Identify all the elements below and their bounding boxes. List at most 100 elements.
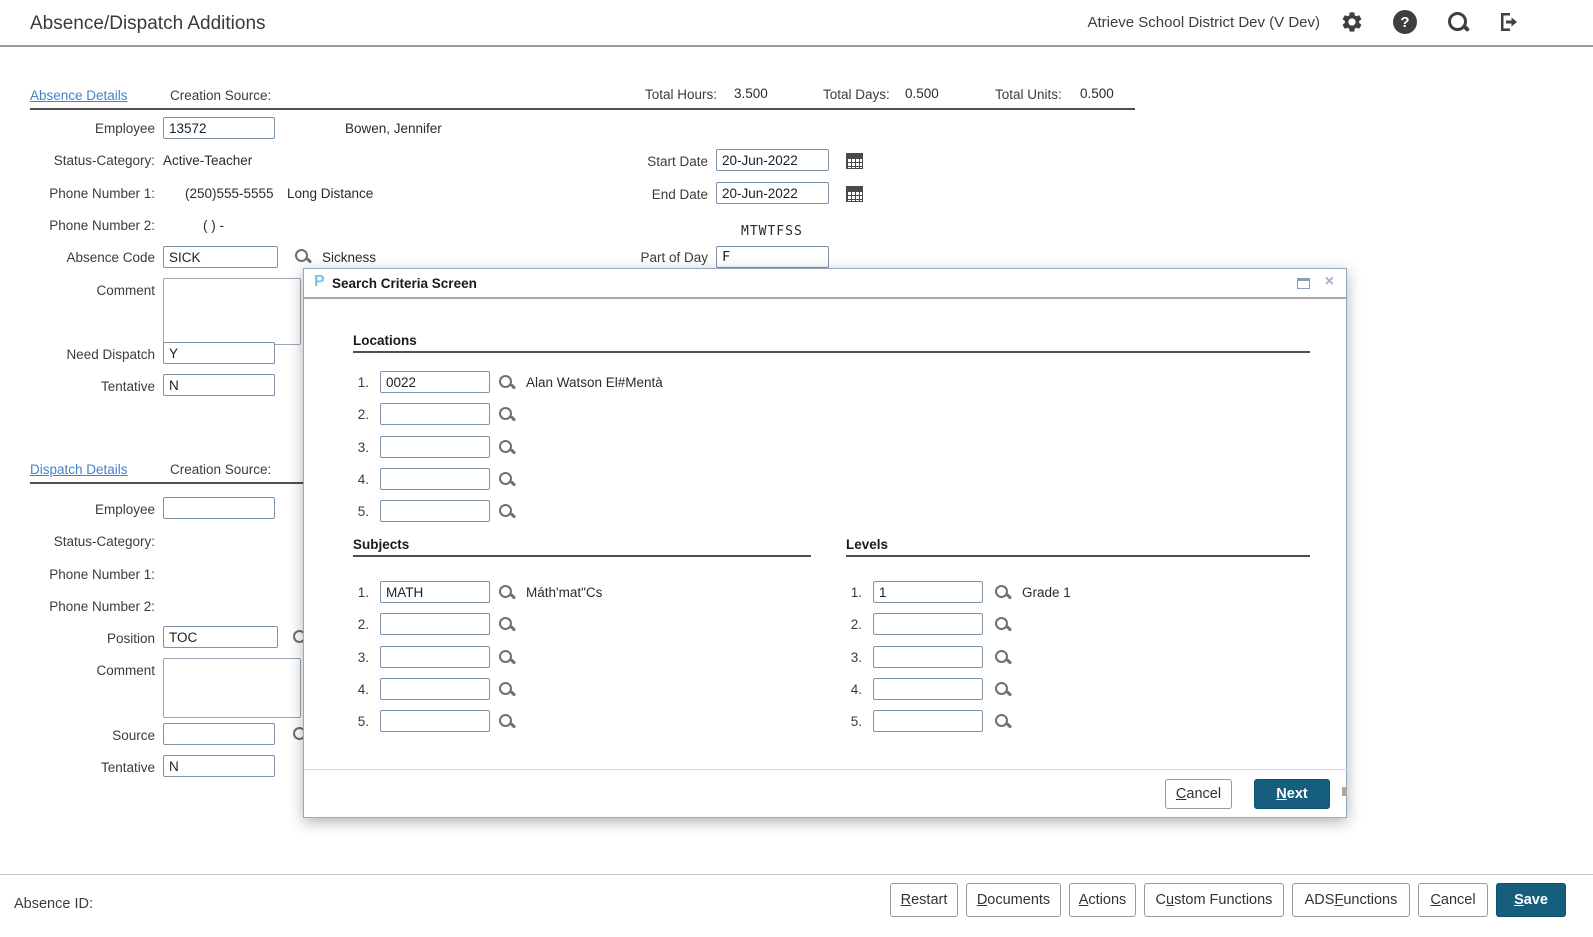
dispatch-tentative-input[interactable] — [163, 755, 275, 777]
header-search-icon[interactable] — [1446, 10, 1470, 34]
subject-5-input[interactable] — [380, 710, 490, 732]
level-row-num: 5. — [842, 714, 862, 729]
subject-3-input[interactable] — [380, 646, 490, 668]
end-date-label: End Date — [568, 187, 708, 202]
absence-creation-source-label: Creation Source: — [170, 88, 271, 103]
ads-functions-button[interactable]: ADS Functions — [1292, 883, 1410, 917]
level-1-search-icon[interactable] — [994, 584, 1011, 601]
location-3-search-icon[interactable] — [498, 439, 515, 456]
start-date-label: Start Date — [568, 154, 708, 169]
start-date-input[interactable] — [716, 149, 829, 171]
phone2-label: Phone Number 2: — [15, 218, 155, 233]
modal-title: Search Criteria Screen — [332, 276, 477, 291]
footer-divider — [0, 874, 1593, 875]
absence-code-input[interactable] — [163, 246, 278, 268]
phone1-label: Phone Number 1: — [15, 186, 155, 201]
levels-heading: Levels — [846, 537, 888, 552]
level-row-num: 2. — [842, 617, 862, 632]
location-2-input[interactable] — [380, 403, 490, 425]
modal-resize-handle[interactable] — [1342, 787, 1347, 796]
app-logo-icon: P — [314, 273, 325, 291]
end-date-input[interactable] — [716, 182, 829, 204]
position-input[interactable] — [163, 626, 278, 648]
location-4-input[interactable] — [380, 468, 490, 490]
subject-2-input[interactable] — [380, 613, 490, 635]
absence-section-rule — [30, 108, 1135, 110]
need-dispatch-label: Need Dispatch — [15, 347, 155, 362]
level-1-input[interactable] — [873, 581, 983, 603]
subject-1-desc: Máth'mat"Cs — [526, 585, 602, 600]
close-icon[interactable]: × — [1325, 273, 1334, 291]
restart-button[interactable]: Restart — [890, 883, 958, 917]
modal-title-bar[interactable]: P Search Criteria Screen × — [304, 269, 1346, 299]
subject-row-num: 3. — [349, 650, 369, 665]
level-5-search-icon[interactable] — [994, 713, 1011, 730]
location-row-num: 5. — [349, 504, 369, 519]
subject-1-input[interactable] — [380, 581, 490, 603]
location-3-input[interactable] — [380, 436, 490, 458]
documents-button[interactable]: Documents — [966, 883, 1061, 917]
total-days-value: 0.500 — [905, 86, 939, 101]
level-3-search-icon[interactable] — [994, 649, 1011, 666]
level-1-desc: Grade 1 — [1022, 585, 1071, 600]
subject-row-num: 1. — [349, 585, 369, 600]
level-2-input[interactable] — [873, 613, 983, 635]
absence-code-search-icon[interactable] — [294, 248, 311, 265]
dispatch-comment-textarea[interactable] — [163, 658, 301, 718]
subject-4-search-icon[interactable] — [498, 681, 515, 698]
modal-cancel-button[interactable]: Cancel — [1165, 779, 1232, 809]
total-hours-value: 3.500 — [734, 86, 768, 101]
level-4-input[interactable] — [873, 678, 983, 700]
absence-details-link[interactable]: Absence Details — [30, 88, 128, 103]
start-date-calendar-icon[interactable] — [846, 153, 863, 169]
dispatch-employee-input[interactable] — [163, 497, 275, 519]
levels-rule — [846, 555, 1310, 557]
part-of-day-label: Part of Day — [568, 250, 708, 265]
subject-3-search-icon[interactable] — [498, 649, 515, 666]
help-icon[interactable]: ? — [1393, 10, 1417, 34]
absence-code-label: Absence Code — [15, 250, 155, 265]
maximize-icon[interactable] — [1297, 278, 1310, 289]
end-date-calendar-icon[interactable] — [846, 186, 863, 202]
location-1-search-icon[interactable] — [498, 374, 515, 391]
settings-gear-icon[interactable] — [1340, 10, 1364, 34]
subject-5-search-icon[interactable] — [498, 713, 515, 730]
source-label: Source — [15, 728, 155, 743]
location-row-num: 2. — [349, 407, 369, 422]
absence-tentative-input[interactable] — [163, 374, 275, 396]
subject-4-input[interactable] — [380, 678, 490, 700]
subject-row-num: 5. — [349, 714, 369, 729]
subject-row-num: 2. — [349, 617, 369, 632]
location-1-input[interactable] — [380, 371, 490, 393]
location-row-num: 3. — [349, 440, 369, 455]
subject-1-search-icon[interactable] — [498, 584, 515, 601]
subject-2-search-icon[interactable] — [498, 616, 515, 633]
level-5-input[interactable] — [873, 710, 983, 732]
location-5-input[interactable] — [380, 500, 490, 522]
level-3-input[interactable] — [873, 646, 983, 668]
source-input[interactable] — [163, 723, 275, 745]
location-5-search-icon[interactable] — [498, 503, 515, 520]
cancel-button[interactable]: Cancel — [1418, 883, 1488, 917]
part-of-day-input[interactable] — [716, 246, 829, 268]
level-4-search-icon[interactable] — [994, 681, 1011, 698]
need-dispatch-input[interactable] — [163, 342, 275, 364]
modal-footer-divider — [304, 769, 1348, 770]
level-2-search-icon[interactable] — [994, 616, 1011, 633]
actions-button[interactable]: Actions — [1069, 883, 1136, 917]
location-2-search-icon[interactable] — [498, 406, 515, 423]
level-row-num: 1. — [842, 585, 862, 600]
sign-out-icon[interactable] — [1497, 10, 1521, 34]
location-4-search-icon[interactable] — [498, 471, 515, 488]
dispatch-comment-label: Comment — [15, 663, 155, 678]
level-row-num: 3. — [842, 650, 862, 665]
dispatch-details-link[interactable]: Dispatch Details — [30, 462, 128, 477]
absence-comment-textarea[interactable] — [163, 278, 301, 345]
absence-code-desc: Sickness — [322, 250, 376, 265]
employee-input[interactable] — [163, 117, 275, 139]
modal-next-button[interactable]: Next — [1254, 779, 1330, 809]
employee-label: Employee — [15, 121, 155, 136]
location-1-desc: Alan Watson El#Mentà — [526, 375, 663, 390]
custom-functions-button[interactable]: Custom Functions — [1144, 883, 1284, 917]
save-button[interactable]: Save — [1496, 883, 1566, 917]
